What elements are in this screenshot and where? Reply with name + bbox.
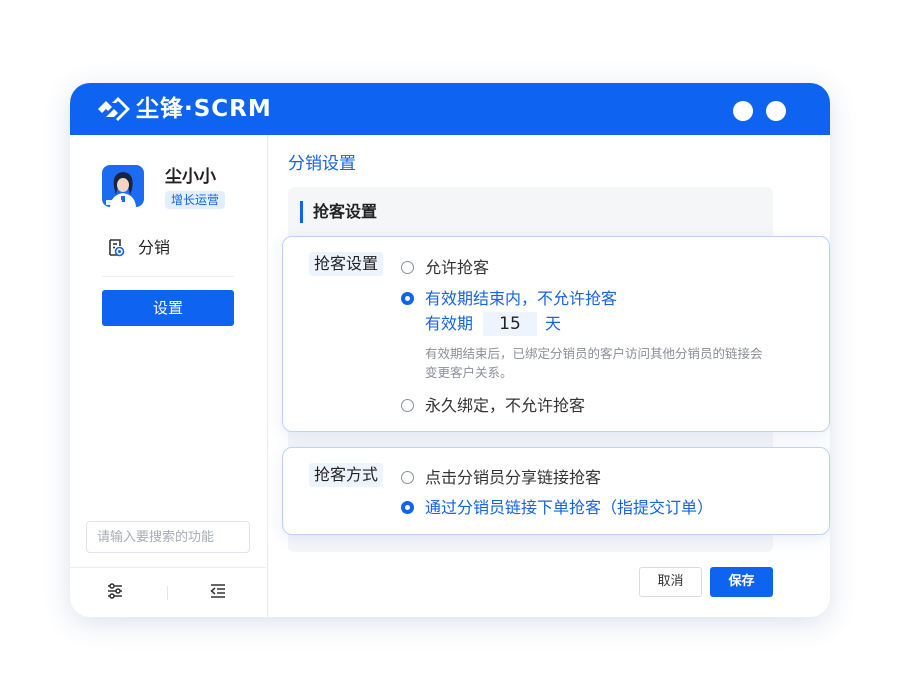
title-bar: 尘锋·SCRM xyxy=(70,83,830,135)
section-title: 抢客设置 xyxy=(313,202,378,221)
option-label: 通过分销员链接下单抢客（指提交订单） xyxy=(425,498,714,517)
period-label: 有效期 xyxy=(425,314,474,333)
app-window: 尘锋·SCRM 尘小小 增长运营 分销 设置 请输入要搜索的功能 分销设置 抢客… xyxy=(70,83,830,617)
distribution-icon xyxy=(109,239,125,257)
page-title: 分销设置 xyxy=(288,154,356,174)
divider xyxy=(102,276,234,277)
grab-method-label: 抢客方式 xyxy=(309,463,384,487)
radio-circle[interactable] xyxy=(401,501,414,514)
grab-settings-label: 抢客设置 xyxy=(309,252,384,276)
grab-method-card: 抢客方式 点击分销员分享链接抢客 通过分销员链接下单抢客（指提交订单） xyxy=(282,447,830,535)
search-input[interactable] xyxy=(86,521,250,553)
option-label: 点击分销员分享链接抢客 xyxy=(425,468,602,487)
user-avatar-icon xyxy=(102,165,144,207)
sidebar-item-distribution[interactable]: 分销 xyxy=(106,235,246,261)
brand-name: 尘锋·SCRM xyxy=(136,96,272,122)
radio-circle[interactable] xyxy=(401,399,414,412)
grab-settings-card: 抢客设置 允许抢客 有效期结束内，不允许抢客 有效期 天 有效期结束后，已绑定分… xyxy=(282,236,830,432)
radio-circle[interactable] xyxy=(401,471,414,484)
radio-circle[interactable] xyxy=(401,292,414,305)
sidebar: 尘小小 增长运营 分销 设置 xyxy=(70,135,268,617)
period-unit: 天 xyxy=(545,314,562,333)
role-badge: 增长运营 xyxy=(165,191,226,209)
sliders-icon[interactable] xyxy=(106,582,124,600)
avatar xyxy=(102,165,144,207)
section-marker xyxy=(300,201,303,223)
window-dot-button[interactable] xyxy=(766,101,786,121)
option-label: 允许抢客 xyxy=(425,258,490,277)
option-label: 永久绑定，不允许抢客 xyxy=(425,396,586,415)
window-dot-button[interactable] xyxy=(733,101,753,121)
save-button[interactable]: 保存 xyxy=(710,567,773,597)
sidebar-footer xyxy=(70,567,266,617)
settings-button[interactable]: 设置 xyxy=(102,290,234,326)
collapse-menu-icon[interactable] xyxy=(209,582,227,600)
period-days-input[interactable] xyxy=(483,312,537,336)
brand-logo-icon xyxy=(98,97,130,121)
sidebar-item-label: 分销 xyxy=(138,238,171,257)
user-name: 尘小小 xyxy=(165,167,216,187)
divider xyxy=(167,586,168,600)
radio-circle[interactable] xyxy=(401,261,414,274)
period-note: 有效期结束后，已绑定分销员的客户访问其他分销员的链接会变更客户关系。 xyxy=(425,346,763,380)
option-label: 有效期结束内，不允许抢客 xyxy=(425,289,618,308)
cancel-button[interactable]: 取消 xyxy=(639,567,702,597)
